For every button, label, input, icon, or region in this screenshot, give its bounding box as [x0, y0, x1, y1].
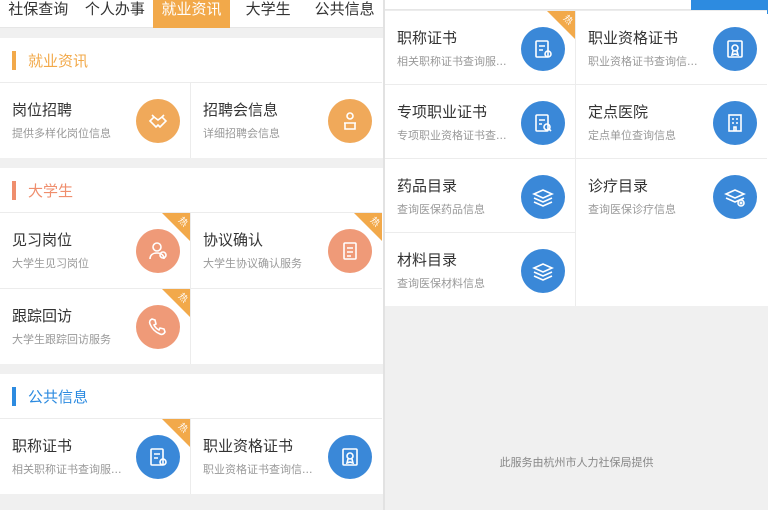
tile-desc: 大学生跟踪回访服务 — [12, 333, 111, 346]
tile-name: 材料目录 — [397, 251, 458, 269]
tile-follow-up[interactable]: 跟踪回访 大学生跟踪回访服务 热 — [0, 288, 191, 364]
section-header-employment: 就业资讯 — [0, 38, 383, 82]
tile-professional-title-cert[interactable]: 职称证书 相关职称证书查询服... 热 — [385, 10, 576, 84]
special-cert-icon — [521, 101, 565, 145]
tile-desc: 定点单位查询信息 — [588, 129, 676, 142]
tile-desc: 相关职称证书查询服... — [12, 463, 122, 476]
screenshot-root: 社保查询 个人办事 就业资讯 大学生 公共信息 就业资讯 岗位招聘 提供多样化岗… — [0, 0, 768, 510]
stack-plus-icon — [713, 175, 757, 219]
tile-designated-hospital[interactable]: 定点医院 定点单位查询信息 — [576, 84, 767, 158]
tile-name: 专项职业证书 — [397, 103, 488, 121]
tile-name: 跟踪回访 — [12, 307, 73, 325]
tile-desc: 查询医保材料信息 — [397, 277, 485, 290]
tile-job-fair-info[interactable]: 招聘会信息 详细招聘会信息 — [191, 82, 382, 158]
tile-desc: 提供多样化岗位信息 — [12, 127, 111, 140]
tile-name: 药品目录 — [397, 177, 458, 195]
tile-materials-catalog[interactable]: 材料目录 查询医保材料信息 — [385, 232, 576, 306]
public-grid: 职称证书 相关职称证书查询服... 热 职业资格证书 职业资格证书查询信... — [0, 418, 383, 494]
tab-social-security-query[interactable]: 社保查询 — [0, 0, 77, 28]
section-header-college: 大学生 — [0, 168, 383, 212]
tile-internship-positions[interactable]: 见习岗位 大学生见习岗位 热 — [0, 212, 191, 288]
badge-icon — [328, 435, 372, 479]
public-info-grid: 职称证书 相关职称证书查询服... 热 职业资格证书 职业资格证书查询信... … — [385, 10, 768, 306]
tile-special-vocational-cert[interactable]: 专项职业证书 专项职业资格证书查... — [385, 84, 576, 158]
tile-desc: 查询医保诊疗信息 — [588, 203, 676, 216]
section-title: 就业资讯 — [28, 51, 89, 70]
tab-public-info[interactable]: 公共信息 — [306, 0, 383, 28]
tile-desc: 大学生见习岗位 — [12, 257, 89, 270]
college-grid: 见习岗位 大学生见习岗位 热 协议确认 大学生协议确认服务 热 跟踪回访 大学生… — [0, 212, 383, 364]
tile-vocational-qualification-cert[interactable]: 职业资格证书 职业资格证书查询信... — [191, 418, 382, 494]
tile-name: 职业资格证书 — [588, 29, 679, 47]
tile-desc: 查询医保药品信息 — [397, 203, 485, 216]
tile-desc: 详细招聘会信息 — [203, 127, 280, 140]
tile-name: 职业资格证书 — [203, 437, 294, 455]
tile-vocational-qualification-cert[interactable]: 职业资格证书 职业资格证书查询信... — [576, 10, 767, 84]
tile-agreement-confirmation[interactable]: 协议确认 大学生协议确认服务 热 — [191, 212, 382, 288]
tile-treatment-catalog[interactable]: 诊疗目录 查询医保诊疗信息 — [576, 158, 767, 232]
right-panel: 社保查询 个人办事 就业资讯 大学生 公共信息 职称证书 相关职称证书查询服..… — [385, 0, 768, 510]
tile-empty — [191, 288, 382, 364]
tile-desc: 专项职业资格证书查... — [397, 129, 507, 142]
tile-name: 职称证书 — [12, 437, 73, 455]
tile-desc: 相关职称证书查询服... — [397, 55, 507, 68]
tile-desc: 职业资格证书查询信... — [203, 463, 313, 476]
tab-college-students[interactable]: 大学生 — [230, 0, 307, 28]
section-accent-bar — [12, 50, 16, 70]
stack-icon — [521, 249, 565, 293]
section-accent-bar — [12, 180, 16, 200]
left-tab-bar: 社保查询 个人办事 就业资讯 大学生 公共信息 — [0, 0, 383, 28]
section-accent-bar — [12, 386, 16, 406]
employment-grid: 岗位招聘 提供多样化岗位信息 招聘会信息 详细招聘会信息 — [0, 82, 383, 158]
left-panel: 社保查询 个人办事 就业资讯 大学生 公共信息 就业资讯 岗位招聘 提供多样化岗… — [0, 0, 383, 510]
hot-badge: 热 — [162, 213, 190, 241]
section-title: 公共信息 — [28, 387, 89, 406]
tile-job-recruitment[interactable]: 岗位招聘 提供多样化岗位信息 — [0, 82, 191, 158]
tile-name: 岗位招聘 — [12, 101, 73, 119]
tile-name: 诊疗目录 — [588, 177, 649, 195]
footer-area: 此服务由杭州市人力社保局提供 — [385, 318, 768, 510]
tile-name: 协议确认 — [203, 231, 264, 249]
badge-icon — [713, 27, 757, 71]
tab-employment-info[interactable]: 就业资讯 — [153, 0, 230, 28]
hot-badge: 热 — [162, 419, 190, 447]
tile-name: 职称证书 — [397, 29, 458, 47]
tile-desc: 大学生协议确认服务 — [203, 257, 302, 270]
tile-name: 招聘会信息 — [203, 101, 279, 119]
section-header-public: 公共信息 — [0, 374, 383, 418]
handshake-icon — [136, 99, 180, 143]
section-title: 大学生 — [28, 181, 74, 200]
person-desk-icon — [328, 99, 372, 143]
hot-badge: 热 — [354, 213, 382, 241]
tile-drug-catalog[interactable]: 药品目录 查询医保药品信息 — [385, 158, 576, 232]
tile-professional-title-cert[interactable]: 职称证书 相关职称证书查询服... 热 — [0, 418, 191, 494]
tile-desc: 职业资格证书查询信... — [588, 55, 698, 68]
right-tab-bar: 社保查询 个人办事 就业资讯 大学生 公共信息 — [385, 0, 768, 14]
tile-name: 见习岗位 — [12, 231, 73, 249]
hot-badge: 热 — [162, 289, 190, 317]
tab-personal-affairs[interactable]: 个人办事 — [77, 0, 154, 28]
footer-text: 此服务由杭州市人力社保局提供 — [499, 456, 654, 469]
stack-icon — [521, 175, 565, 219]
hospital-icon — [713, 101, 757, 145]
tile-name: 定点医院 — [588, 103, 649, 121]
hot-badge: 热 — [547, 11, 575, 39]
